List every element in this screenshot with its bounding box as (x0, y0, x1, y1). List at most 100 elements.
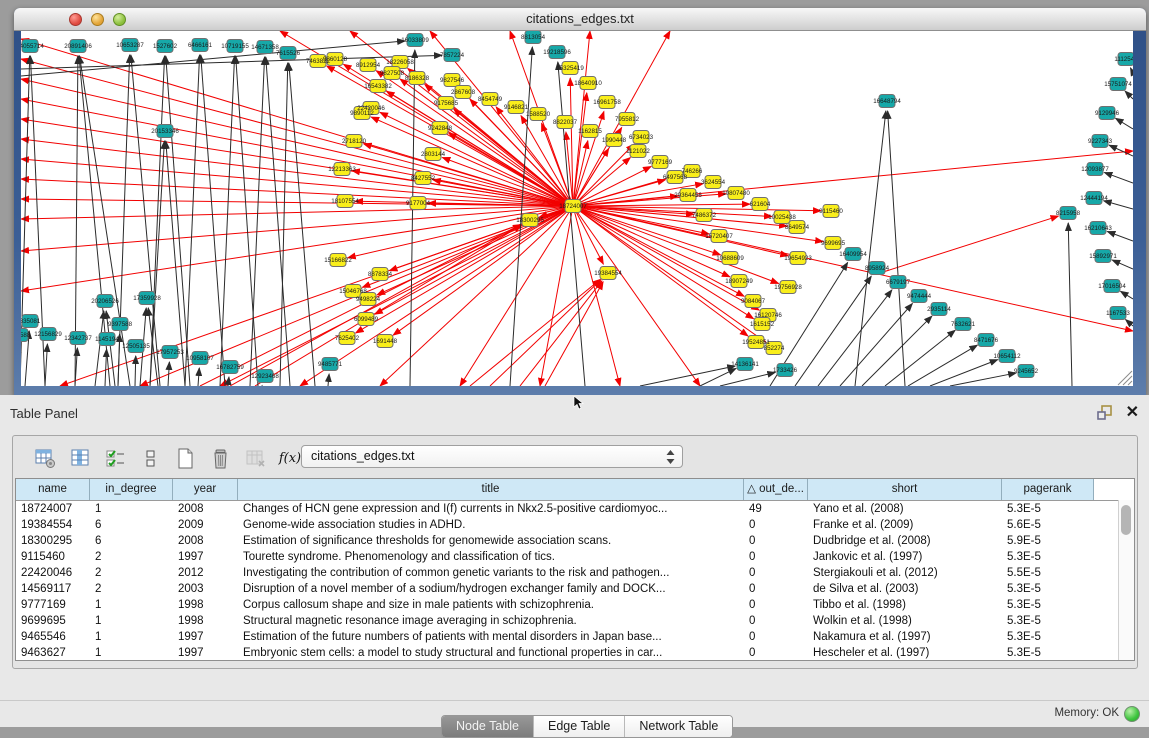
table-cell[interactable]: 5.3E-5 (1002, 597, 1094, 613)
table-cell[interactable]: 18300295 (16, 533, 90, 549)
table-cell[interactable]: 5.5E-5 (1002, 565, 1094, 581)
table-cell[interactable]: 5.3E-5 (1002, 581, 1094, 597)
table-cell[interactable]: Investigating the contribution of common… (238, 565, 744, 581)
table-row[interactable]: 2242004622012Investigating the contribut… (16, 565, 1134, 581)
table-cell[interactable]: 5.3E-5 (1002, 613, 1094, 629)
table-cell[interactable]: 22420046 (16, 565, 90, 581)
table-cell[interactable]: Yano et al. (2008) (808, 501, 1002, 517)
table-cell[interactable]: Jankovic et al. (1997) (808, 549, 1002, 565)
table-cell[interactable]: Embryonic stem cells: a model to study s… (238, 645, 744, 661)
table-settings-icon[interactable] (33, 446, 57, 470)
table-cell[interactable]: Wolkin et al. (1998) (808, 613, 1002, 629)
table-row[interactable]: 911546021997Tourette syndrome. Phenomeno… (16, 549, 1134, 565)
table-cell[interactable]: 1 (90, 613, 173, 629)
table-cell[interactable]: 49 (744, 501, 808, 517)
table-cell[interactable]: 0 (744, 629, 808, 645)
table-row[interactable]: 1830029562008Estimation of significance … (16, 533, 1134, 549)
table-cell[interactable]: 5.9E-5 (1002, 533, 1094, 549)
select-columns-icon[interactable] (68, 446, 92, 470)
table-cell[interactable]: de Silva et al. (2003) (808, 581, 1002, 597)
table-row[interactable]: 1456911722003Disruption of a novel membe… (16, 581, 1134, 597)
table-cell[interactable]: Nakamura et al. (1997) (808, 629, 1002, 645)
table-cell[interactable]: Changes of HCN gene expression and I(f) … (238, 501, 744, 517)
table-cell[interactable]: 18724007 (16, 501, 90, 517)
table-cell[interactable]: 0 (744, 581, 808, 597)
table-cell[interactable]: 0 (744, 613, 808, 629)
table-cell[interactable]: Genome-wide association studies in ADHD. (238, 517, 744, 533)
table-cell[interactable]: Tibbo et al. (1998) (808, 597, 1002, 613)
table-cell[interactable]: Stergiakouli et al. (2012) (808, 565, 1002, 581)
table-row[interactable]: 1938455462009Genome-wide association stu… (16, 517, 1134, 533)
table-cell[interactable]: 0 (744, 565, 808, 581)
table-cell[interactable]: 2 (90, 565, 173, 581)
table-cell[interactable]: Dudbridge et al. (2008) (808, 533, 1002, 549)
column-header-out_de[interactable]: △ out_de... (744, 479, 808, 500)
table-cell[interactable]: Estimation of the future numbers of pati… (238, 629, 744, 645)
table-cell[interactable]: 5.3E-5 (1002, 549, 1094, 565)
table-cell[interactable]: 9115460 (16, 549, 90, 565)
column-header-in_degree[interactable]: in_degree (90, 479, 173, 500)
table-cell[interactable]: 1 (90, 645, 173, 661)
table-cell[interactable]: Disruption of a novel member of a sodium… (238, 581, 744, 597)
float-panel-icon[interactable] (1096, 404, 1114, 422)
table-cell[interactable]: Corpus callosum shape and size in male p… (238, 597, 744, 613)
column-header-name[interactable]: name (16, 479, 90, 500)
table-cell[interactable]: Structural magnetic resonance image aver… (238, 613, 744, 629)
table-cell[interactable]: 1997 (173, 549, 238, 565)
table-scrollbar-thumb[interactable] (1121, 505, 1131, 535)
new-table-icon[interactable] (173, 446, 197, 470)
column-header-pagerank[interactable]: pagerank (1002, 479, 1094, 500)
table-cell[interactable]: 2009 (173, 517, 238, 533)
table-cell[interactable]: 2012 (173, 565, 238, 581)
window-titlebar[interactable]: citations_edges.txt (14, 8, 1146, 31)
table-cell[interactable]: Franke et al. (2009) (808, 517, 1002, 533)
table-cell[interactable]: 0 (744, 597, 808, 613)
table-cell[interactable]: Estimation of significance thresholds fo… (238, 533, 744, 549)
table-cell[interactable]: 9465546 (16, 629, 90, 645)
table-select-dropdown[interactable]: citations_edges.txt (301, 445, 683, 468)
table-cell[interactable]: 0 (744, 533, 808, 549)
table-cell[interactable]: Tourette syndrome. Phenomenology and cla… (238, 549, 744, 565)
row-height-icon[interactable] (138, 446, 162, 470)
table-cell[interactable]: 1 (90, 629, 173, 645)
table-scrollbar[interactable] (1118, 500, 1134, 660)
select-rows-icon[interactable] (103, 446, 127, 470)
table-row[interactable]: 1872400712008Changes of HCN gene express… (16, 501, 1134, 517)
table-row[interactable]: 946554611997Estimation of the future num… (16, 629, 1134, 645)
column-header-title[interactable]: title (238, 479, 744, 500)
import-table-disabled-icon[interactable] (243, 446, 267, 470)
table-cell[interactable]: 1997 (173, 645, 238, 661)
table-cell[interactable]: 1 (90, 501, 173, 517)
table-cell[interactable]: 0 (744, 517, 808, 533)
column-header-year[interactable]: year (173, 479, 238, 500)
table-cell[interactable]: 1 (90, 597, 173, 613)
table-cell[interactable]: 5.3E-5 (1002, 645, 1094, 661)
table-cell[interactable]: 5.6E-5 (1002, 517, 1094, 533)
table-row[interactable]: 946362711997Embryonic stem cells: a mode… (16, 645, 1134, 661)
table-cell[interactable]: 0 (744, 549, 808, 565)
table-cell[interactable]: 2008 (173, 533, 238, 549)
table-cell[interactable]: 9777169 (16, 597, 90, 613)
table-row[interactable]: 969969511998Structural magnetic resonanc… (16, 613, 1134, 629)
table-cell[interactable]: 9699695 (16, 613, 90, 629)
table-cell[interactable]: 6 (90, 517, 173, 533)
table-cell[interactable]: 2008 (173, 501, 238, 517)
table-cell[interactable]: 0 (744, 645, 808, 661)
table-cell[interactable]: 1997 (173, 629, 238, 645)
table-cell[interactable]: Hescheler et al. (1997) (808, 645, 1002, 661)
table-cell[interactable]: 5.3E-5 (1002, 501, 1094, 517)
table-cell[interactable]: 6 (90, 533, 173, 549)
resize-grip-icon[interactable] (1118, 371, 1132, 385)
close-panel-icon[interactable]: ✕ (1126, 405, 1139, 421)
table-cell[interactable]: 2003 (173, 581, 238, 597)
table-cell[interactable]: 9463627 (16, 645, 90, 661)
network-canvas[interactable]: 1872400718300295193845541532541918640910… (21, 31, 1133, 386)
table-row[interactable]: 977716911998Corpus callosum shape and si… (16, 597, 1134, 613)
column-header-short[interactable]: short (808, 479, 1002, 500)
table-cell[interactable]: 5.3E-5 (1002, 629, 1094, 645)
table-cell[interactable]: 1998 (173, 613, 238, 629)
table-cell[interactable]: 2 (90, 581, 173, 597)
table-cell[interactable]: 14569117 (16, 581, 90, 597)
function-builder-icon[interactable]: f(x) (278, 446, 302, 470)
table-cell[interactable]: 19384554 (16, 517, 90, 533)
